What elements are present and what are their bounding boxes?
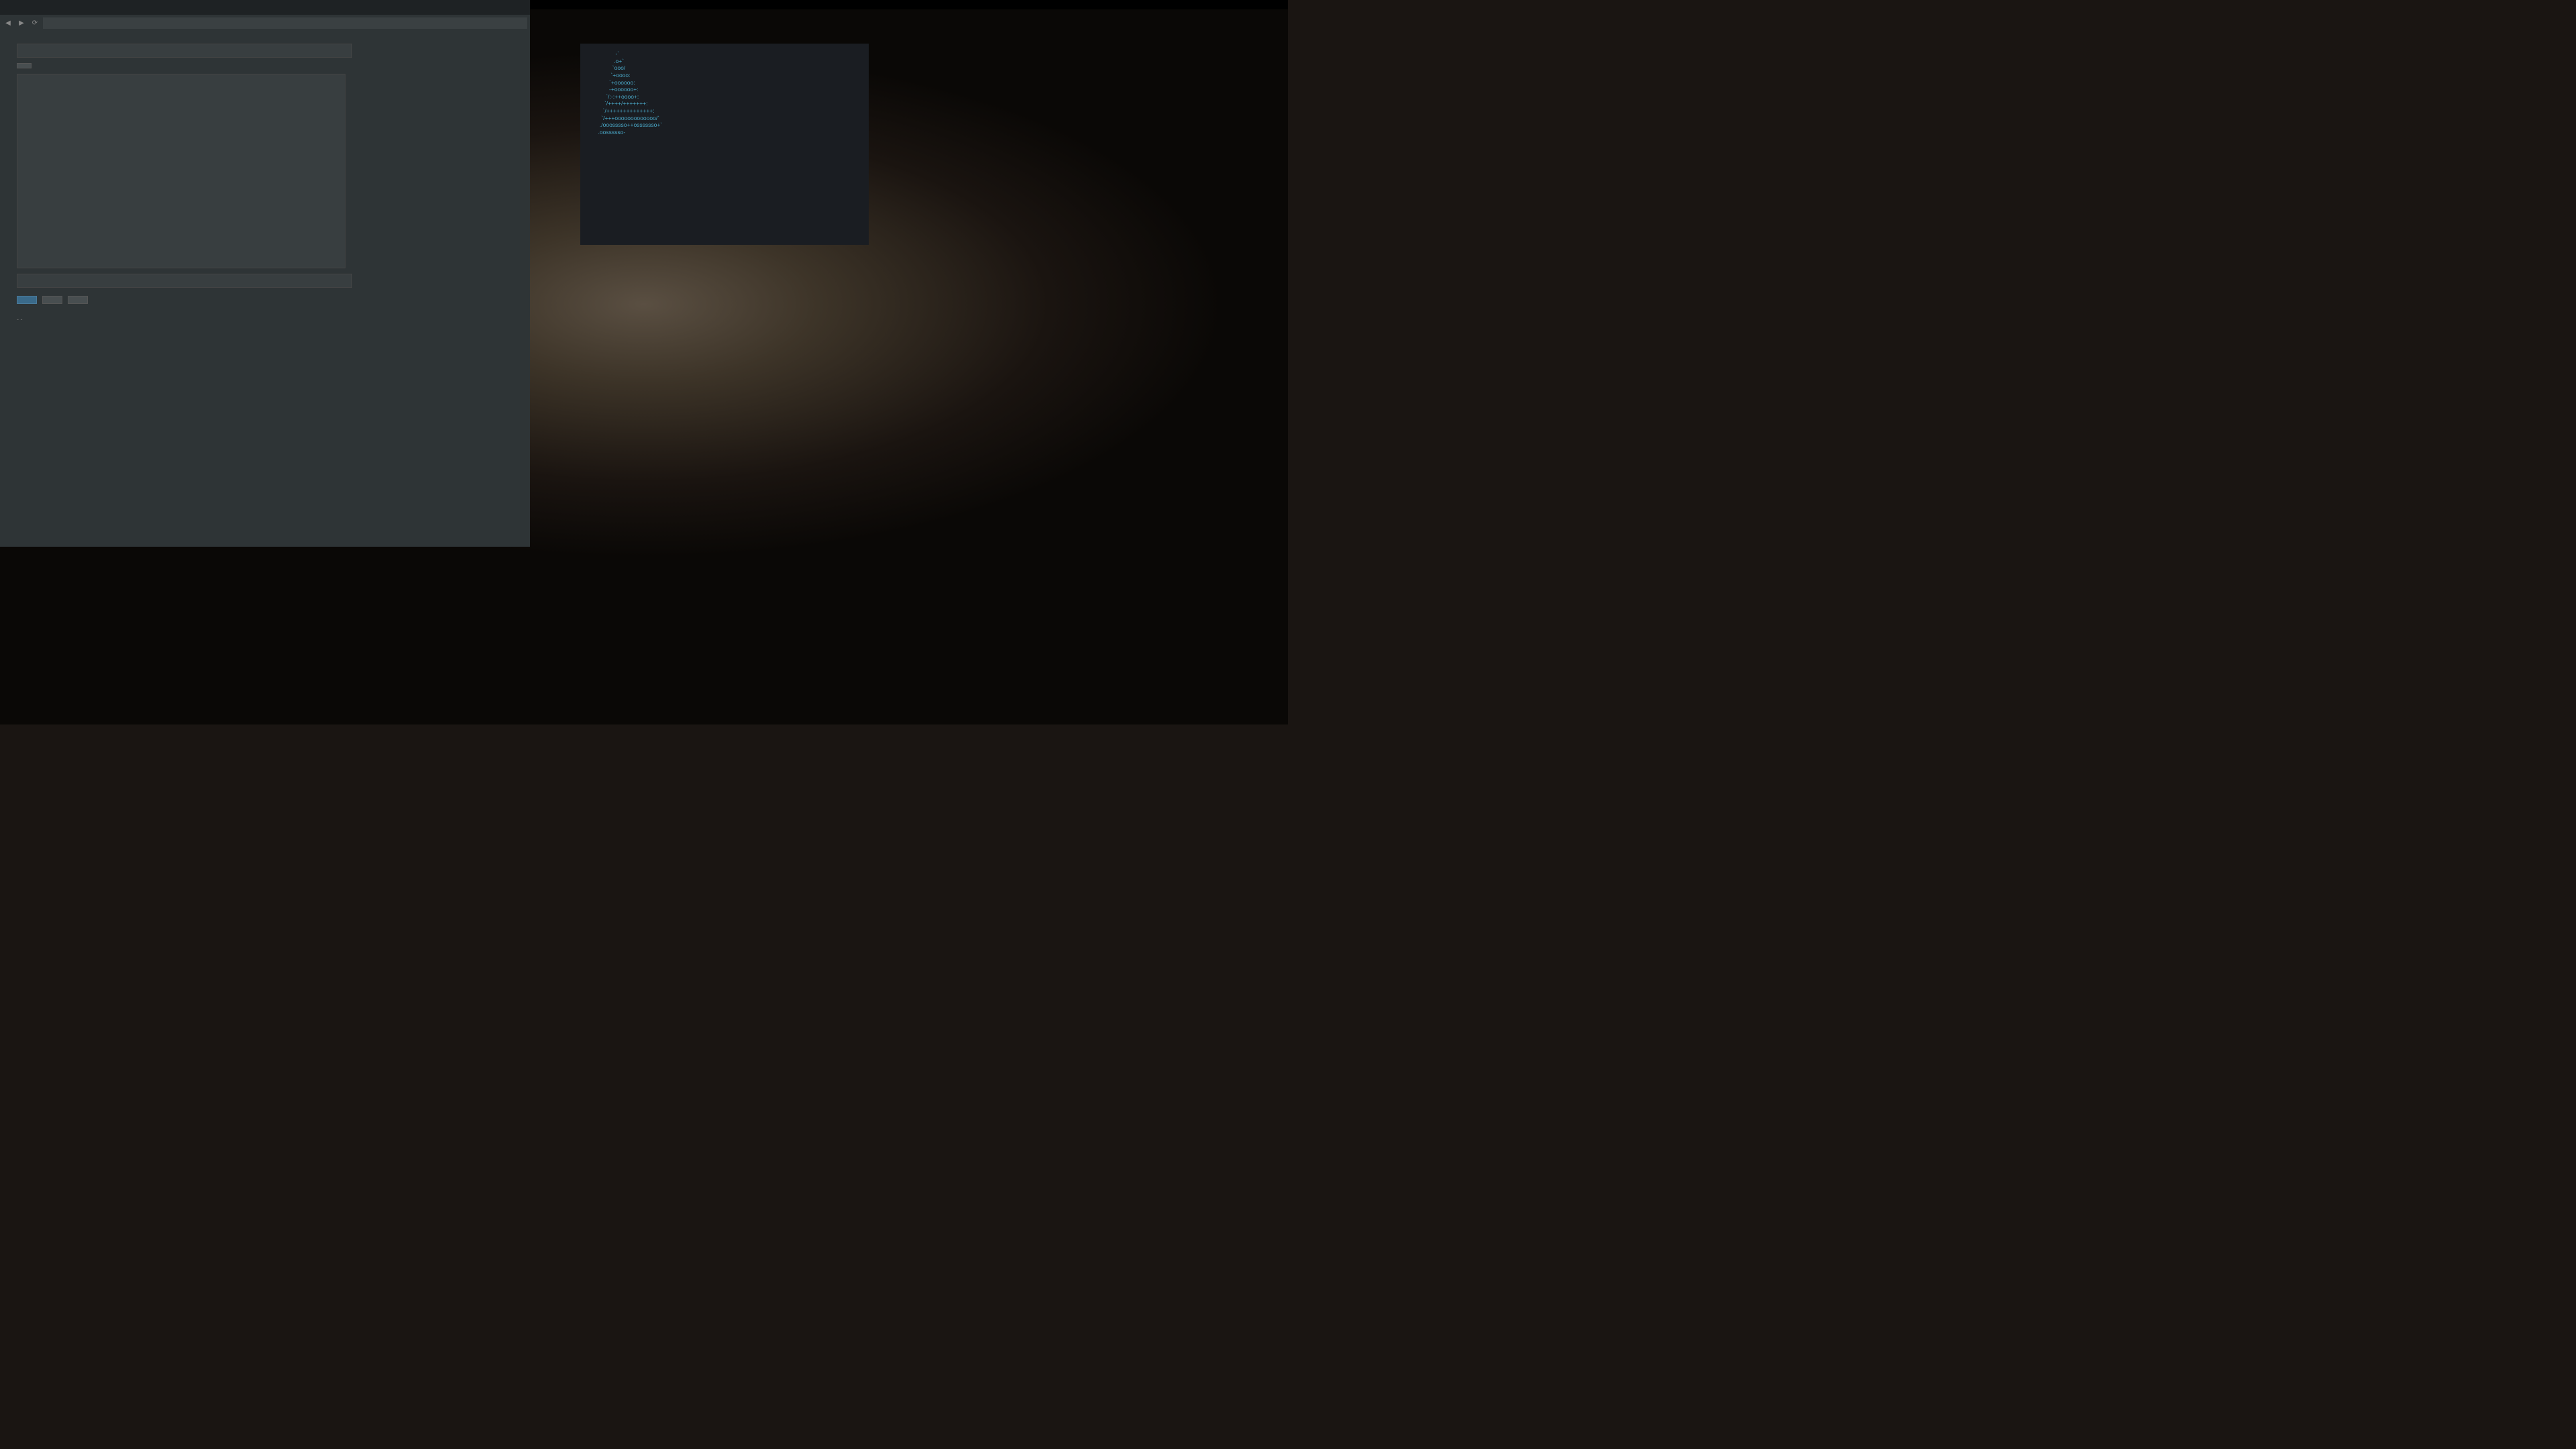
title-input[interactable] (17, 44, 352, 58)
firefox-window: ◀ ▶ ⟳ - - (0, 0, 530, 547)
submit-button[interactable] (17, 296, 37, 304)
tab-strip (0, 0, 530, 15)
reload-icon[interactable]: ⟳ (30, 18, 40, 29)
preview-button[interactable] (42, 296, 62, 304)
tags-input[interactable] (17, 274, 352, 288)
forward-icon[interactable]: ▶ (16, 18, 27, 29)
message-textarea[interactable] (17, 74, 345, 268)
page-content: - - (0, 32, 530, 547)
url-input[interactable] (43, 17, 527, 29)
draft-button[interactable] (68, 296, 88, 304)
browse-button[interactable] (17, 63, 32, 68)
back-icon[interactable]: ◀ (3, 18, 13, 29)
neofetch-terminal: -` .o+` `ooo/ `+oooo: `+oooooo: -+oooooo… (580, 44, 869, 245)
url-bar: ◀ ▶ ⟳ (0, 15, 530, 32)
arch-ascii-logo: -` .o+` `ooo/ `+oooo: `+oooooo: -+oooooo… (587, 50, 662, 238)
footer-links: - - (17, 316, 513, 323)
quadrant-top-left: ◀ ▶ ⟳ - - (0, 0, 1288, 724)
